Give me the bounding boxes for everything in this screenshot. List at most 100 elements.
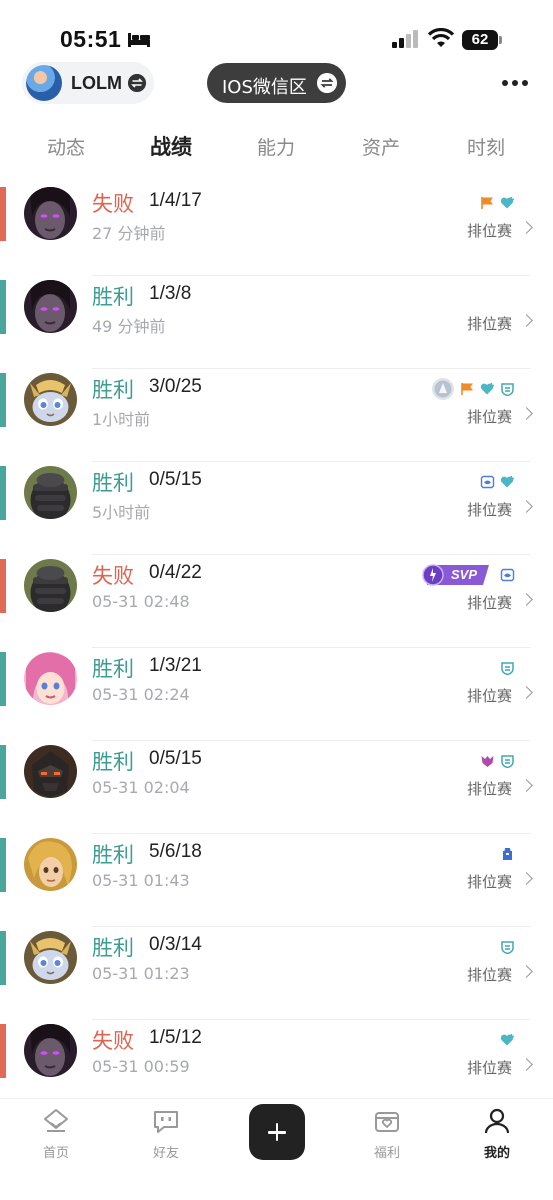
shield-icon bbox=[501, 383, 514, 396]
chevron-right-icon bbox=[520, 407, 533, 420]
svp-badge: SVP bbox=[421, 564, 491, 586]
match-time: 1小时前 bbox=[92, 410, 151, 429]
chevron-right-icon bbox=[520, 965, 533, 978]
chevron-right-icon bbox=[520, 1058, 533, 1071]
svp-label: SVP bbox=[451, 567, 478, 582]
champion-avatar bbox=[24, 559, 77, 612]
match-mode: 排位赛 bbox=[466, 780, 512, 798]
match-badges bbox=[480, 474, 515, 490]
region-switcher[interactable]: IOS微信区 bbox=[207, 63, 346, 103]
tab-moments[interactable]: 时刻 bbox=[446, 133, 526, 160]
result-indicator-bar bbox=[0, 373, 6, 427]
nav-label: 首页 bbox=[42, 1146, 69, 1161]
result-indicator-bar bbox=[0, 931, 6, 985]
match-time: 49 分钟前 bbox=[92, 317, 166, 336]
gift-icon bbox=[375, 1112, 399, 1132]
match-row[interactable]: 胜利 5/6/18 05-31 01:43 排位赛 bbox=[0, 834, 553, 927]
flag-icon bbox=[481, 197, 493, 209]
champion-avatar bbox=[24, 466, 77, 519]
match-row[interactable]: 失败 0/4/22 05-31 02:48 SVP 排位赛 bbox=[0, 555, 553, 648]
champion-avatar bbox=[24, 931, 77, 984]
champion-avatar bbox=[24, 838, 77, 891]
nav-friends[interactable]: 好友 bbox=[136, 1107, 196, 1161]
more-dot bbox=[502, 80, 508, 86]
nav-me[interactable]: 我的 bbox=[467, 1107, 527, 1161]
status-time: 05:51 bbox=[60, 26, 122, 52]
match-row[interactable]: 胜利 3/0/25 1小时前 排位赛 bbox=[0, 369, 553, 462]
match-badges bbox=[500, 846, 515, 862]
match-badges bbox=[500, 660, 515, 676]
match-time: 27 分钟前 bbox=[92, 224, 166, 243]
sleep-mode-icon bbox=[128, 33, 150, 47]
match-mode: 排位赛 bbox=[466, 408, 512, 426]
match-time: 05-31 01:23 bbox=[92, 964, 190, 983]
match-result: 胜利 bbox=[92, 657, 134, 681]
account-name: LOLM bbox=[71, 73, 122, 93]
heart-icon bbox=[500, 197, 514, 209]
match-result: 胜利 bbox=[92, 843, 134, 867]
match-time: 05-31 00:59 bbox=[92, 1057, 190, 1076]
match-row[interactable]: 失败 1/4/17 27 分钟前 排位赛 bbox=[0, 183, 553, 276]
chevron-right-icon bbox=[520, 314, 533, 327]
match-time: 05-31 02:24 bbox=[92, 685, 190, 704]
champion-avatar bbox=[24, 280, 77, 333]
match-result: 失败 bbox=[92, 192, 134, 216]
match-mode: 排位赛 bbox=[466, 222, 512, 240]
swap-icon bbox=[128, 74, 146, 92]
match-row[interactable]: 胜利 0/5/15 5小时前 排位赛 bbox=[0, 462, 553, 555]
account-switcher[interactable]: LOLM bbox=[22, 62, 154, 104]
champion-avatar bbox=[24, 373, 77, 426]
chevron-right-icon bbox=[520, 779, 533, 792]
shield-icon bbox=[501, 941, 514, 954]
tab-assets[interactable]: 资产 bbox=[341, 133, 421, 160]
match-result: 胜利 bbox=[92, 378, 134, 402]
match-kda: 0/3/14 bbox=[149, 934, 202, 955]
signal-icon bbox=[392, 30, 418, 48]
bottom-nav: 首页 好友 福利 我的 bbox=[0, 1098, 553, 1200]
tab-dynamics[interactable]: 动态 bbox=[26, 133, 106, 160]
match-result: 胜利 bbox=[92, 936, 134, 960]
match-kda: 5/6/18 bbox=[149, 841, 202, 862]
add-button[interactable] bbox=[249, 1104, 305, 1160]
nav-home[interactable]: 首页 bbox=[26, 1107, 86, 1161]
profile-icon bbox=[484, 1108, 510, 1134]
match-badges bbox=[480, 195, 515, 211]
nav-benefits[interactable]: 福利 bbox=[357, 1107, 417, 1161]
match-badges bbox=[480, 753, 515, 769]
nav-label: 我的 bbox=[483, 1146, 510, 1161]
match-row[interactable]: 胜利 0/5/15 05-31 02:04 排位赛 bbox=[0, 741, 553, 834]
champion-avatar bbox=[24, 187, 77, 240]
match-mode: 排位赛 bbox=[466, 501, 512, 519]
match-row[interactable]: 胜利 0/3/14 05-31 01:23 排位赛 bbox=[0, 927, 553, 1020]
match-result: 胜利 bbox=[92, 471, 134, 495]
match-result: 失败 bbox=[92, 564, 134, 588]
match-result: 胜利 bbox=[92, 285, 134, 309]
match-result: 失败 bbox=[92, 1029, 134, 1053]
match-kda: 0/5/15 bbox=[149, 748, 202, 769]
status-bar: 05:51 62 bbox=[0, 0, 553, 60]
match-row[interactable]: 胜利 1/3/21 05-31 02:24 排位赛 bbox=[0, 648, 553, 741]
match-mode: 排位赛 bbox=[466, 594, 512, 612]
result-indicator-bar bbox=[0, 559, 6, 613]
result-indicator-bar bbox=[0, 466, 6, 520]
chevron-right-icon bbox=[520, 872, 533, 885]
tab-ability[interactable]: 能力 bbox=[236, 133, 316, 160]
heart-icon bbox=[500, 1034, 514, 1046]
champion-avatar bbox=[24, 1024, 77, 1077]
result-indicator-bar bbox=[0, 745, 6, 799]
more-options-button[interactable] bbox=[500, 75, 532, 91]
match-kda: 1/3/21 bbox=[149, 655, 202, 676]
result-indicator-bar bbox=[0, 838, 6, 892]
tab-bar: 动态 战绩 能力 资产 时刻 bbox=[0, 125, 553, 165]
result-indicator-bar bbox=[0, 280, 6, 334]
avatar bbox=[26, 65, 62, 101]
match-kda: 3/0/25 bbox=[149, 376, 202, 397]
champion-avatar bbox=[24, 652, 77, 705]
match-row[interactable]: 胜利 1/3/8 49 分钟前 排位赛 bbox=[0, 276, 553, 369]
match-mode: 排位赛 bbox=[466, 873, 512, 891]
match-badges bbox=[500, 1032, 515, 1048]
result-indicator-bar bbox=[0, 187, 6, 241]
nav-label: 福利 bbox=[373, 1146, 400, 1161]
tab-records[interactable]: 战绩 bbox=[131, 131, 211, 161]
flag-icon bbox=[461, 383, 473, 395]
